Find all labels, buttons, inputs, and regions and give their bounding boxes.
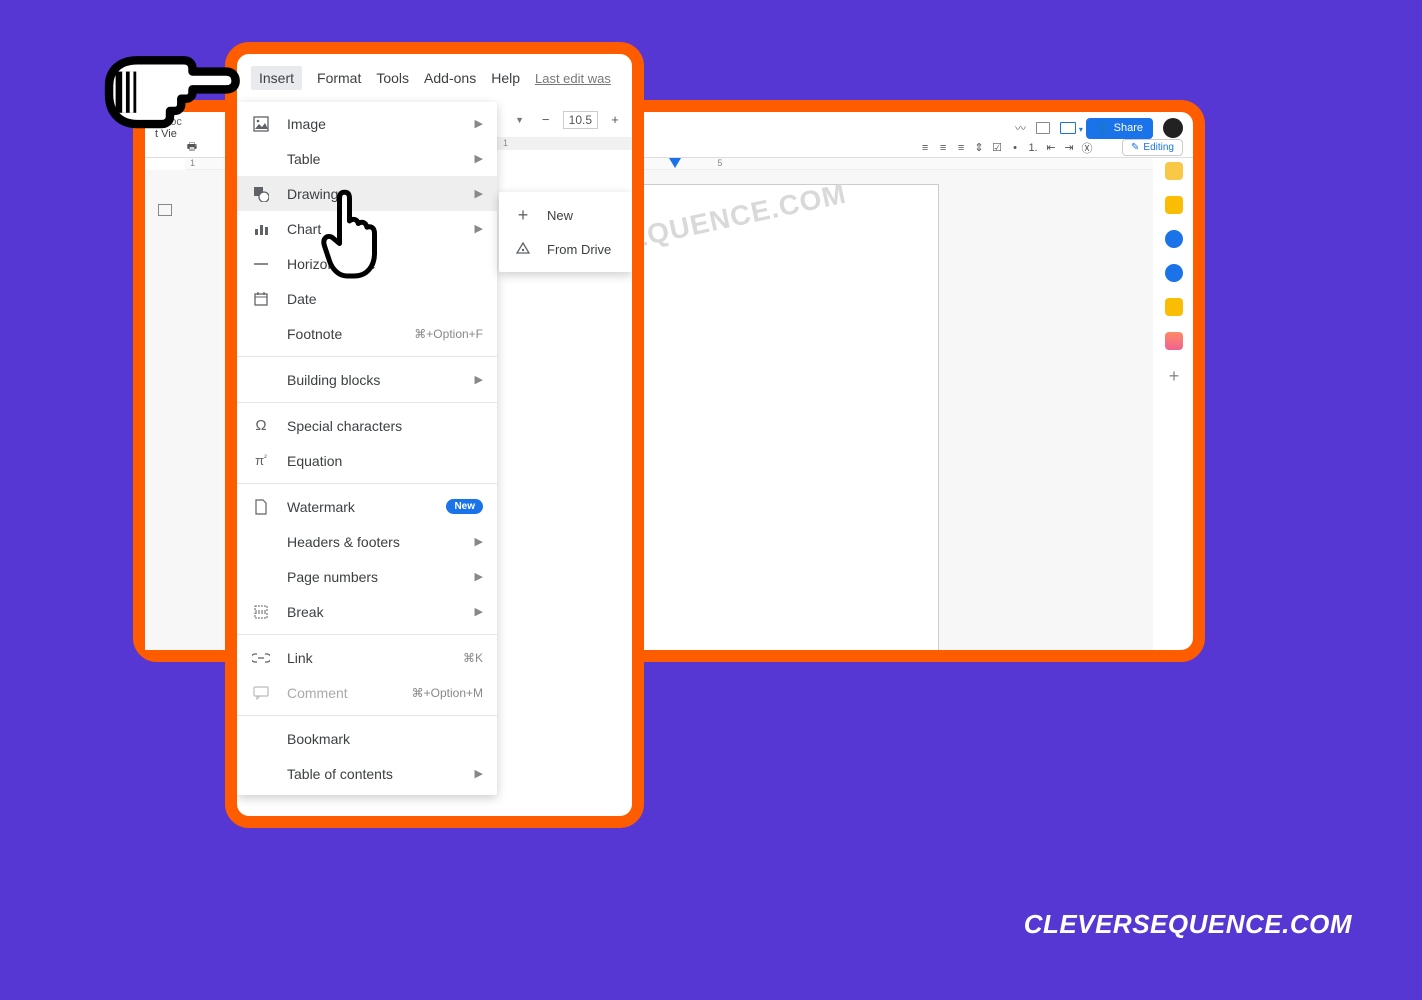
lock-icon: 👤 <box>1096 122 1110 135</box>
drawing-submenu: + New From Drive <box>499 192 632 272</box>
bulleted-list-icon[interactable]: • <box>1008 141 1022 155</box>
avatar[interactable] <box>1163 118 1183 138</box>
image-icon <box>251 116 271 132</box>
increase-indent-icon[interactable]: ⇥ <box>1062 141 1076 155</box>
omega-icon: Ω <box>251 417 271 434</box>
menu-item-bookmark[interactable]: Bookmark <box>237 721 497 756</box>
chart-icon <box>251 221 271 237</box>
menu-item-comment: Comment ⌘+Option+M <box>237 675 497 710</box>
insert-menu-card: Insert Format Tools Add-ons Help Last ed… <box>225 42 644 828</box>
chevron-right-icon: ▶ <box>475 187 483 200</box>
menu-item-equation[interactable]: π² Equation <box>237 443 497 478</box>
drive-icon <box>513 242 533 256</box>
trend-icon[interactable]: 〰 <box>1015 120 1026 136</box>
align-right-icon[interactable]: ≡ <box>954 141 968 155</box>
plus-icon: + <box>513 205 533 226</box>
menu-item-watermark[interactable]: Watermark New <box>237 489 497 524</box>
menu-item-headers-footers[interactable]: Headers & footers ▶ <box>237 524 497 559</box>
cursor-hand-icon <box>312 186 392 289</box>
menu-separator <box>237 634 497 635</box>
menu-tools[interactable]: Tools <box>376 70 409 86</box>
calendar-icon <box>251 291 271 307</box>
chevron-right-icon: ▶ <box>475 152 483 165</box>
present-icon[interactable]: ▾ <box>1060 122 1076 134</box>
chevron-right-icon: ▶ <box>475 767 483 780</box>
chevron-down-icon[interactable]: ▼ <box>511 111 529 129</box>
ruler-fragment: 1 <box>497 138 632 150</box>
tasks-icon[interactable] <box>1165 230 1183 248</box>
checklist-icon[interactable]: ☑ <box>990 141 1004 155</box>
menu-format[interactable]: Format <box>317 70 361 86</box>
pointing-hand-icon <box>95 30 245 165</box>
menu-item-page-numbers[interactable]: Page numbers ▶ <box>237 559 497 594</box>
menu-item-break[interactable]: Break ▶ <box>237 594 497 629</box>
font-size-controls: ▼ − 10.5 + <box>497 102 632 138</box>
menu-separator <box>237 483 497 484</box>
menu-item-table[interactable]: Table ▶ <box>237 141 497 176</box>
keep-icon[interactable] <box>1165 196 1183 214</box>
menu-addons[interactable]: Add-ons <box>424 70 476 86</box>
align-center-icon[interactable]: ≡ <box>936 141 950 155</box>
chevron-right-icon: ▶ <box>475 570 483 583</box>
menu-separator <box>237 356 497 357</box>
doc-icon <box>251 499 271 515</box>
font-size-decrease[interactable]: − <box>537 111 555 129</box>
menu-item-image[interactable]: Image ▶ <box>237 106 497 141</box>
comment-history-icon[interactable] <box>1036 122 1050 134</box>
line-icon <box>251 256 271 272</box>
last-edit-link[interactable]: Last edit was <box>535 71 611 86</box>
shapes-icon <box>251 186 271 202</box>
clear-format-icon[interactable]: Ⓧ <box>1080 141 1094 155</box>
decrease-indent-icon[interactable]: ⇤ <box>1044 141 1058 155</box>
add-panel-icon[interactable]: + <box>1169 366 1180 387</box>
line-spacing-icon[interactable]: ⇕ <box>972 141 986 155</box>
menu-item-special-characters[interactable]: Ω Special characters <box>237 408 497 443</box>
menu-item-building-blocks[interactable]: Building blocks ▶ <box>237 362 497 397</box>
editing-mode-button[interactable]: ✎ Editing <box>1122 139 1183 156</box>
chevron-right-icon: ▶ <box>475 117 483 130</box>
font-size-value[interactable]: 10.5 <box>563 111 598 129</box>
pencil-icon: ✎ <box>1131 142 1139 153</box>
menu-help[interactable]: Help <box>491 70 520 86</box>
submenu-new[interactable]: + New <box>499 198 632 232</box>
maps-icon[interactable] <box>1165 298 1183 316</box>
chevron-right-icon: ▶ <box>475 373 483 386</box>
submenu-from-drive[interactable]: From Drive <box>499 232 632 266</box>
share-label: Share <box>1114 122 1143 134</box>
pi-icon: π² <box>251 453 271 468</box>
menu-separator <box>237 402 497 403</box>
chevron-right-icon: ▶ <box>475 222 483 235</box>
contacts-icon[interactable] <box>1165 264 1183 282</box>
chevron-right-icon: ▶ <box>475 535 483 548</box>
menu-bar: Insert Format Tools Add-ons Help Last ed… <box>237 54 632 102</box>
align-left-icon[interactable]: ≡ <box>918 141 932 155</box>
menu-insert[interactable]: Insert <box>251 66 302 90</box>
menu-item-footnote[interactable]: Footnote ⌘+Option+F <box>237 316 497 351</box>
break-icon <box>251 604 271 620</box>
menu-separator <box>237 715 497 716</box>
chevron-right-icon: ▶ <box>475 605 483 618</box>
addon-icon[interactable] <box>1165 332 1183 350</box>
side-panel: + <box>1159 162 1189 387</box>
share-button[interactable]: 👤 Share <box>1086 118 1153 139</box>
footer-watermark: CLEVERSEQUENCE.COM <box>1024 909 1352 940</box>
outline-toggle[interactable] <box>145 170 185 650</box>
font-size-increase[interactable]: + <box>606 111 624 129</box>
new-badge: New <box>446 499 483 514</box>
menu-item-toc[interactable]: Table of contents ▶ <box>237 756 497 791</box>
link-icon <box>251 653 271 663</box>
outline-icon <box>158 204 172 216</box>
comment-icon <box>251 686 271 700</box>
calendar-icon[interactable] <box>1165 162 1183 180</box>
ruler-indent-marker[interactable] <box>669 158 681 168</box>
numbered-list-icon[interactable]: 1. <box>1026 141 1040 155</box>
menu-item-link[interactable]: Link ⌘K <box>237 640 497 675</box>
